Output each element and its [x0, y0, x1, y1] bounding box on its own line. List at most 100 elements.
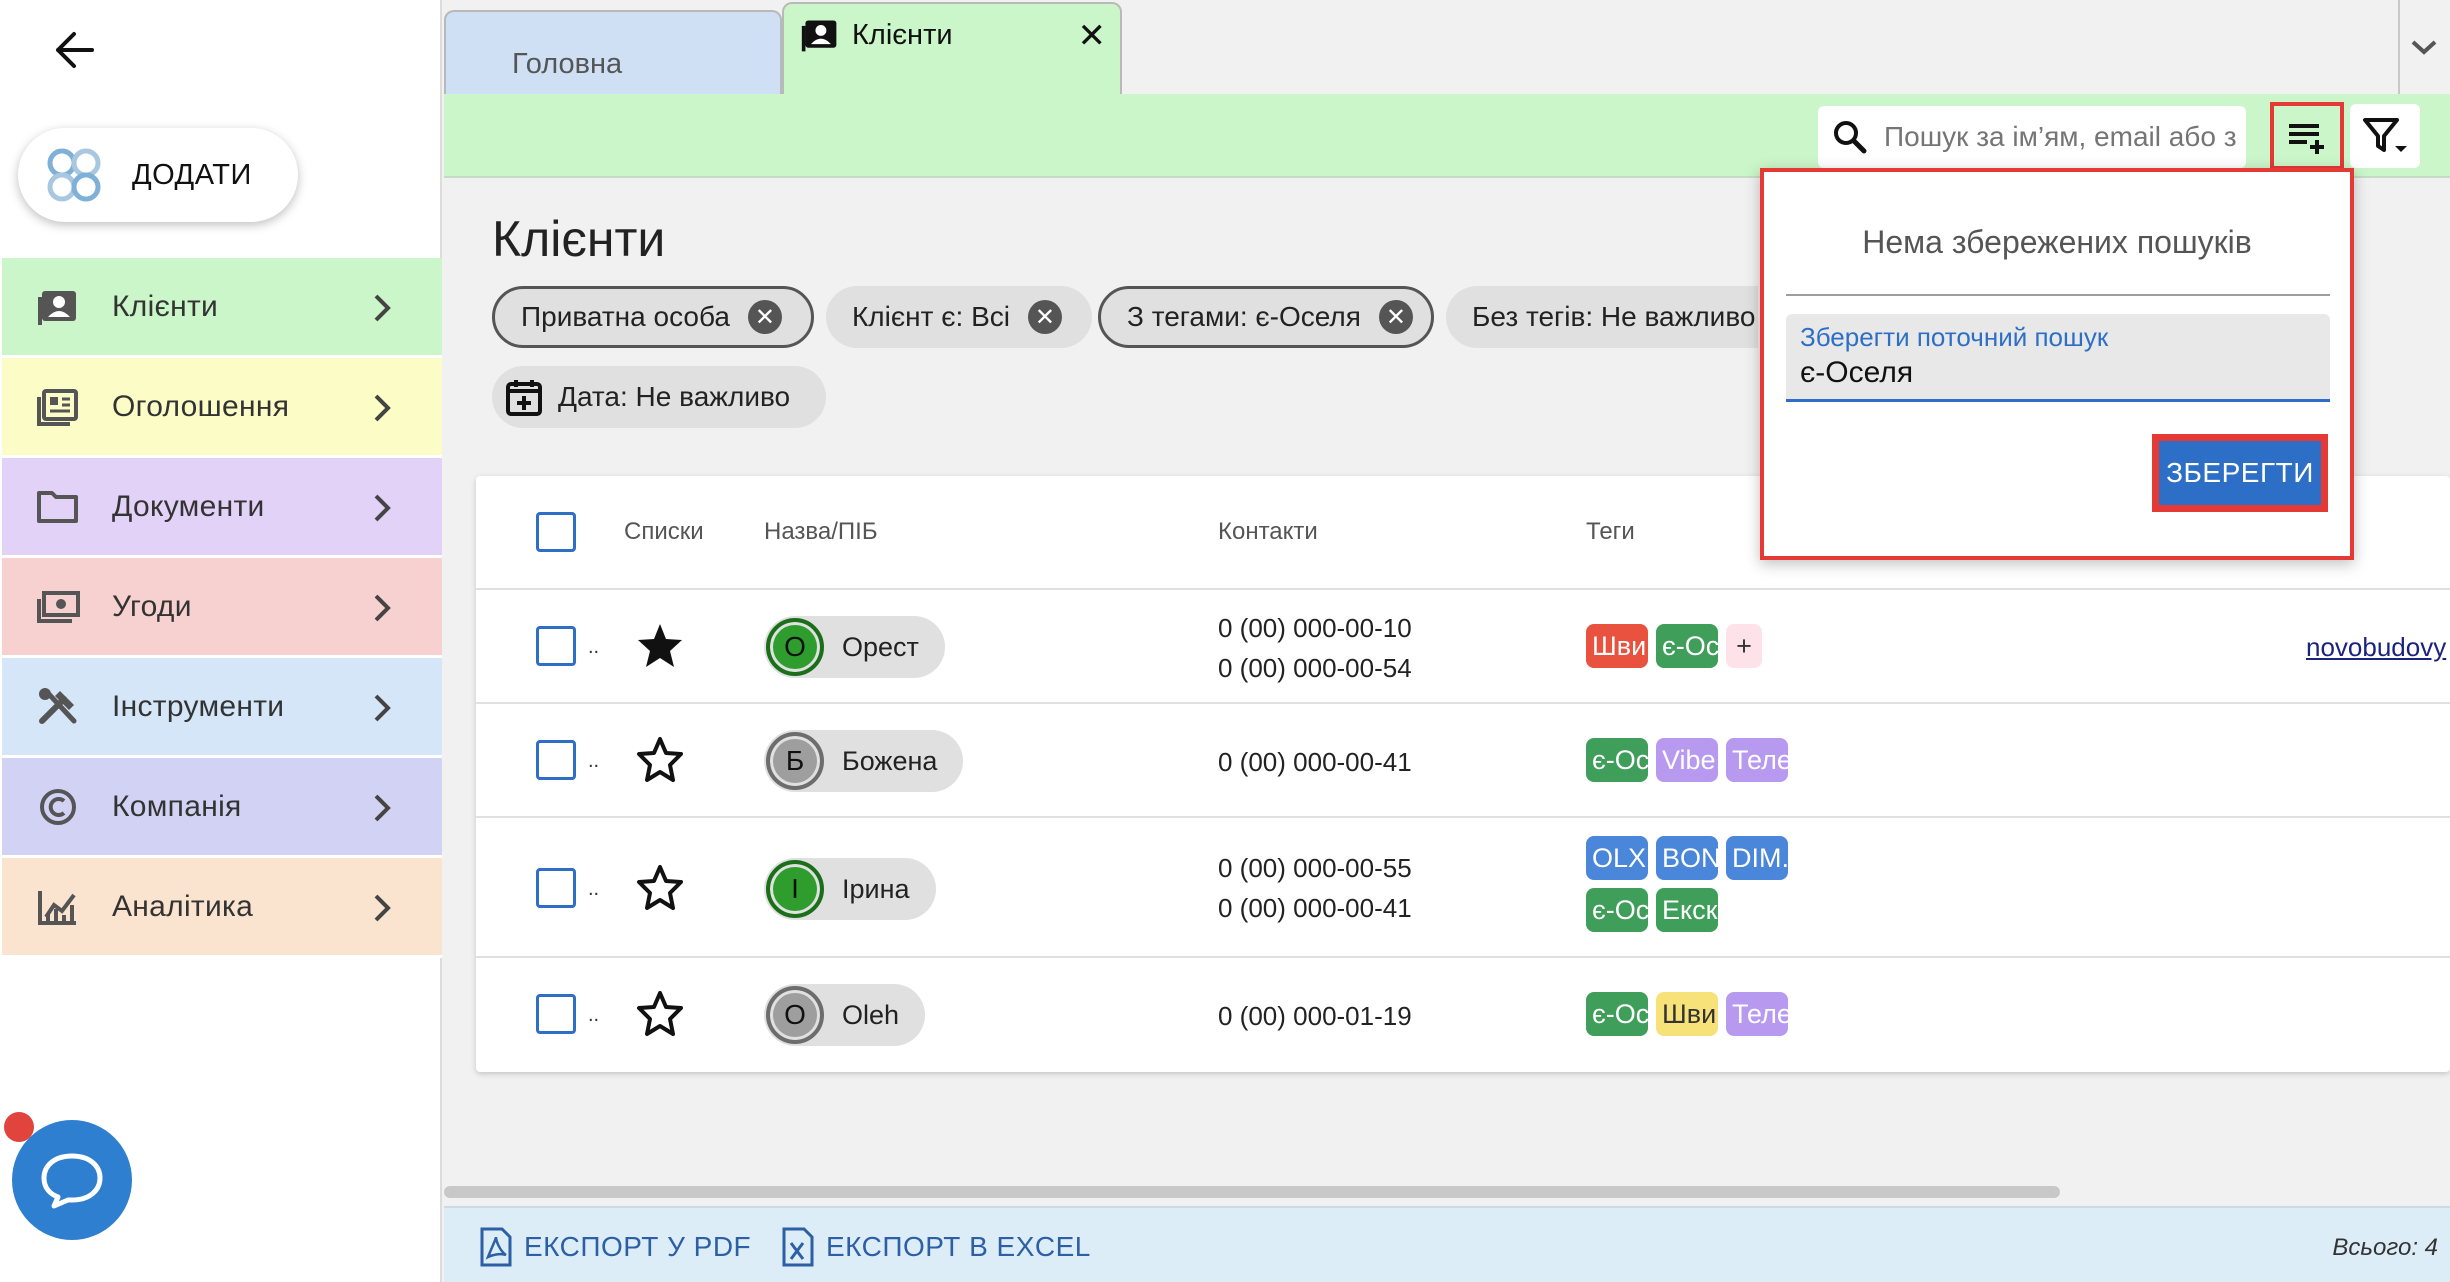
- folder-icon: [34, 483, 82, 531]
- chat-bubble-icon: [41, 1153, 103, 1209]
- tag: OLX: [1586, 836, 1648, 880]
- header-contacts: Контакти: [1218, 518, 1318, 545]
- tab-close-icon[interactable]: ✕: [1078, 16, 1107, 56]
- save-search-input[interactable]: [1800, 356, 2310, 390]
- client-name-chip[interactable]: О Oleh: [764, 984, 926, 1046]
- chip-close-icon[interactable]: ✕: [747, 300, 782, 334]
- chip-close-icon[interactable]: ✕: [1378, 300, 1413, 334]
- row-checkbox[interactable]: [536, 994, 576, 1034]
- tabs-dropdown-button[interactable]: [2398, 0, 2448, 94]
- sidebar-item-listings[interactable]: Оголошення: [2, 358, 442, 458]
- save-button[interactable]: ЗБЕРЕГТИ: [2152, 434, 2328, 512]
- sidebar-item-label: Клієнти: [112, 289, 219, 323]
- horizontal-scrollbar[interactable]: [444, 1186, 2060, 1198]
- table-row[interactable]: .. І Ірина 0 (00) 000-00-55 0 (00) 000-0…: [476, 818, 2450, 958]
- contact-card-icon: [801, 20, 837, 52]
- contact-card-icon: [34, 283, 82, 331]
- chevron-right-icon: [374, 494, 391, 522]
- export-excel-label: ЕКСПОРТ В EXCEL: [826, 1231, 1091, 1262]
- chat-button[interactable]: [12, 1120, 132, 1240]
- row-menu-dots[interactable]: ..: [588, 750, 599, 773]
- saved-searches-button[interactable]: [2270, 102, 2344, 170]
- tab-clients[interactable]: Клієнти ✕: [782, 2, 1122, 94]
- phone: 0 (00) 000-00-41: [1218, 747, 1412, 777]
- table-row[interactable]: .. О Орест 0 (00) 000-00-10 0 (00) 000-0…: [476, 590, 2450, 704]
- sidebar-item-deals[interactable]: Угоди: [2, 558, 442, 658]
- sidebar: ДОДАТИ Клієнти Оголошення Документи Угод…: [0, 0, 442, 1282]
- contacts-cell: 0 (00) 000-00-41: [1218, 742, 1412, 782]
- star-filled-icon[interactable]: [634, 620, 686, 672]
- sidebar-item-clients[interactable]: Клієнти: [2, 258, 442, 358]
- client-name-chip[interactable]: Б Божена: [764, 730, 964, 792]
- star-outline-icon[interactable]: [634, 734, 686, 786]
- sidebar-item-label: Аналітика: [112, 889, 254, 923]
- client-name-chip[interactable]: І Ірина: [764, 858, 936, 920]
- filter-chip-private-person[interactable]: Приватна особа ✕: [492, 286, 814, 348]
- row-menu-dots[interactable]: ..: [588, 1004, 599, 1027]
- row-checkbox[interactable]: [536, 868, 576, 908]
- chevron-right-icon: [374, 594, 391, 622]
- avatar: І: [766, 860, 824, 918]
- phone: 0 (00) 000-00-55: [1218, 853, 1412, 883]
- chip-label: Дата: Не важливо: [558, 381, 791, 412]
- money-icon: [34, 583, 82, 631]
- client-name: Oleh: [842, 999, 900, 1030]
- row-menu-dots[interactable]: ..: [588, 878, 599, 901]
- add-button[interactable]: ДОДАТИ: [18, 128, 298, 222]
- row-checkbox[interactable]: [536, 626, 576, 666]
- sidebar-item-label: Оголошення: [112, 389, 290, 423]
- sidebar-item-tools[interactable]: Інструменти: [2, 658, 442, 758]
- chip-label: Приватна особа: [521, 301, 730, 332]
- header-name: Назва/ПІБ: [764, 518, 878, 545]
- filter-chip-with-tags[interactable]: З тегами: є-Оселя ✕: [1098, 286, 1434, 348]
- select-all-checkbox[interactable]: [536, 512, 576, 552]
- tab-bar: Головна Клієнти ✕: [444, 0, 2450, 94]
- filter-chip-client-is[interactable]: Клієнт є: Всі ✕: [826, 286, 1092, 348]
- tag: Теле: [1726, 992, 1788, 1036]
- export-excel-button[interactable]: ЕКСПОРТ В EXCEL: [780, 1226, 1091, 1268]
- tag-more-button[interactable]: +: [1726, 624, 1762, 668]
- search-input[interactable]: [1884, 121, 2244, 153]
- star-outline-icon[interactable]: [634, 988, 686, 1040]
- filter-chip-without-tags[interactable]: Без тегів: Не важливо: [1446, 286, 1758, 348]
- client-name-chip[interactable]: О Орест: [764, 616, 945, 678]
- tools-icon: [34, 683, 82, 731]
- sidebar-item-label: Інструменти: [112, 689, 285, 723]
- filter-button[interactable]: [2350, 104, 2420, 168]
- add-logo-icon: [47, 148, 101, 202]
- export-pdf-button[interactable]: ЕКСПОРТ У PDF: [478, 1226, 751, 1268]
- tags-cell: є-Ос Vibe Теле: [1586, 738, 1856, 782]
- chip-label: Клієнт є: Всі: [852, 301, 1010, 332]
- table-row[interactable]: .. Б Божена 0 (00) 000-00-41 є-Ос Vibe Т…: [476, 704, 2450, 818]
- sidebar-item-company[interactable]: Компанія: [2, 758, 442, 858]
- analytics-icon: [34, 883, 82, 931]
- excel-file-icon: [782, 1227, 814, 1267]
- contacts-cell: 0 (00) 000-01-19: [1218, 996, 1412, 1036]
- row-menu-dots[interactable]: ..: [588, 636, 599, 659]
- tags-cell: OLX BON DIM. є-Ос Екск: [1586, 836, 1856, 932]
- row-checkbox[interactable]: [536, 740, 576, 780]
- playlist-add-icon: [2289, 124, 2324, 154]
- tag: є-Ос: [1586, 888, 1648, 932]
- avatar: О: [766, 618, 824, 676]
- chip-close-icon[interactable]: ✕: [1027, 300, 1062, 334]
- sidebar-item-documents[interactable]: Документи: [2, 458, 442, 558]
- chevron-down-icon: [2411, 40, 2437, 55]
- tab-home[interactable]: Головна: [444, 10, 782, 94]
- sidebar-item-analytics[interactable]: Аналітика: [2, 858, 442, 958]
- back-arrow-icon[interactable]: [46, 22, 102, 78]
- avatar: Б: [766, 732, 824, 790]
- tag: Шви: [1586, 624, 1648, 668]
- source-link[interactable]: novobudovy: [2306, 632, 2446, 663]
- save-search-field-label: Зберегти поточний пошук: [1800, 322, 2109, 352]
- table-row[interactable]: .. О Oleh 0 (00) 000-01-19 є-Ос Шви Теле: [476, 958, 2450, 1072]
- star-outline-icon[interactable]: [634, 862, 686, 914]
- tag: Екск: [1656, 888, 1718, 932]
- total-count: Всього: 4: [2332, 1234, 2438, 1261]
- no-saved-searches-text: Нема збережених пошуків: [1862, 224, 2252, 260]
- phone: 0 (00) 000-00-10: [1218, 613, 1412, 643]
- tag: Теле: [1726, 738, 1788, 782]
- filter-chip-date[interactable]: Дата: Не важливо: [492, 366, 826, 428]
- chevron-right-icon: [374, 294, 391, 322]
- save-search-field[interactable]: Зберегти поточний пошук: [1786, 314, 2330, 402]
